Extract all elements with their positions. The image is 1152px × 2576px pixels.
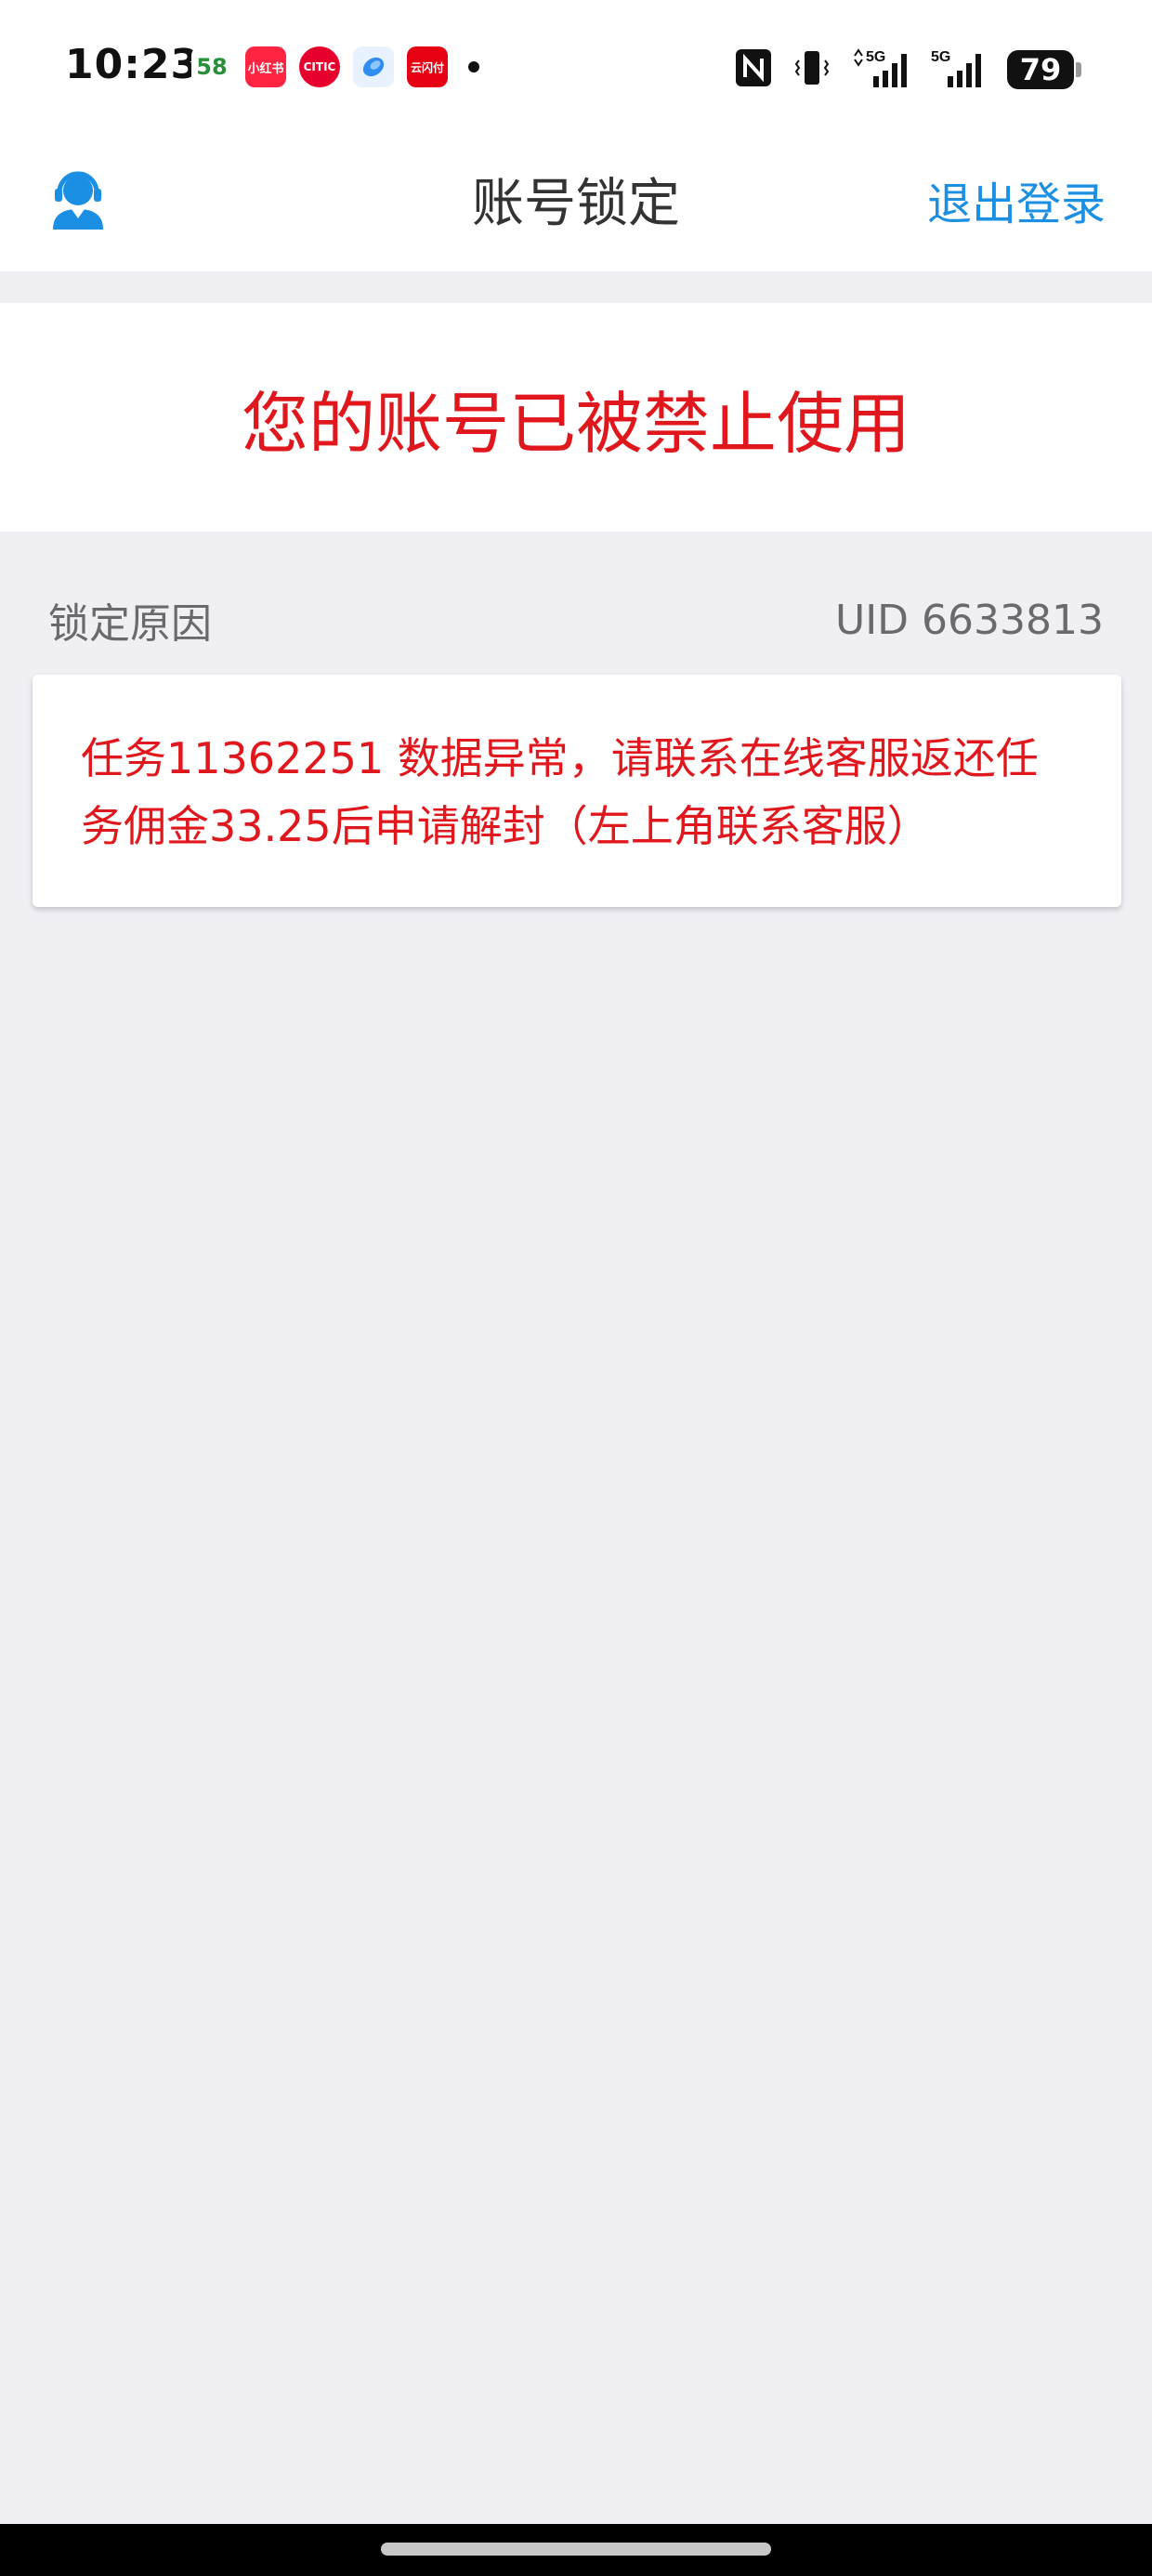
citic-bank-icon: CITIC <box>299 46 340 87</box>
signal-icon-2: 5G <box>931 46 987 93</box>
status-bar: 10:23 58 小红书 CITIC 云闪付 5G 5G 79 <box>0 0 1152 138</box>
browser-icon <box>353 46 394 87</box>
network-label-2: 5G <box>931 49 950 65</box>
battery-level: 79 <box>1007 50 1074 89</box>
yunshanfu-icon: 云闪付 <box>407 46 448 87</box>
58-app-icon: 58 <box>191 46 232 87</box>
vibrate-icon <box>793 47 831 92</box>
system-navigation-bar <box>0 2524 1152 2576</box>
system-icons: 5G 5G 79 <box>734 46 1081 93</box>
lock-reason-card: 任务11362251 数据异常，请联系在线客服返还任务佣金33.25后申请解封（… <box>33 675 1121 907</box>
xiaohongshu-icon: 小红书 <box>245 46 286 87</box>
more-notifications-dot <box>468 61 479 72</box>
banned-message: 您的账号已被禁止使用 <box>241 384 910 463</box>
lock-reason-text: 任务11362251 数据异常，请联系在线客服返还任务佣金33.25后申请解封（… <box>81 733 1039 851</box>
home-gesture-handle[interactable] <box>381 2543 771 2556</box>
battery-icon: 79 <box>1007 50 1081 89</box>
status-time: 10:23 <box>65 41 201 88</box>
uid-label: UID 6633813 <box>834 596 1104 644</box>
notification-icons: 58 小红书 CITIC 云闪付 <box>191 46 479 87</box>
logout-button[interactable]: 退出登录 <box>927 167 1106 242</box>
network-label-1: 5G <box>866 49 885 65</box>
nav-bar: 账号锁定 退出登录 <box>0 138 1152 271</box>
signal-icon-1: 5G <box>851 46 910 93</box>
lock-reason-header: 锁定原因 UID 6633813 <box>48 587 1104 652</box>
nfc-icon <box>734 47 773 92</box>
lock-reason-label: 锁定原因 <box>48 600 212 648</box>
account-banned-banner: 您的账号已被禁止使用 <box>0 303 1152 532</box>
